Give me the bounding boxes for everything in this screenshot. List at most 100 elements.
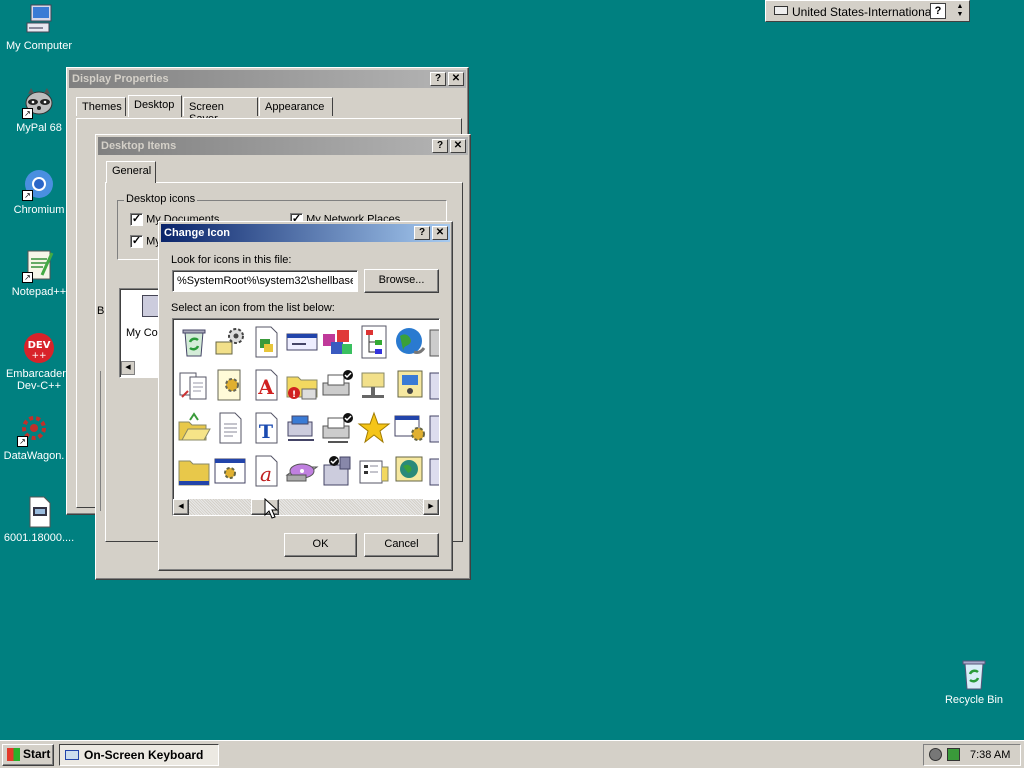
star-icon[interactable] [356, 410, 392, 446]
window-frame-icon[interactable] [428, 453, 439, 489]
options-arrow-icon[interactable]: ▲ ▼ [954, 3, 966, 19]
side-label: B [97, 305, 105, 317]
tab-general[interactable]: General [106, 161, 156, 183]
network-drive-icon[interactable] [356, 367, 392, 403]
svg-text:DEV: DEV [28, 340, 51, 351]
desktop-icon-label: Recycle Bin [944, 694, 1004, 706]
cancel-button[interactable]: Cancel [364, 533, 439, 557]
start-button[interactable]: Start [2, 744, 54, 766]
taskbar: Start On-Screen Keyboard 7:38 AM [0, 740, 1024, 768]
browse-button[interactable]: Browse... [364, 269, 439, 293]
ok-button[interactable]: OK [284, 533, 357, 557]
svg-text:T: T [259, 421, 273, 443]
language-bar: United States-International ? ▲ ▼ [765, 0, 970, 22]
folder-icon[interactable] [176, 453, 212, 489]
clock[interactable]: 7:38 AM [970, 749, 1010, 761]
task-on-screen-keyboard[interactable]: On-Screen Keyboard [59, 744, 219, 766]
desktop-icon-label: DataWagon. [3, 450, 65, 462]
desktop-items-titlebar[interactable]: Desktop Items ? ✕ [98, 137, 468, 155]
notepad-gear-icon[interactable] [212, 367, 248, 403]
server-icon[interactable] [428, 324, 439, 360]
help-button[interactable]: ? [430, 72, 446, 86]
scroll-left-button[interactable]: ◀ [173, 499, 189, 515]
svg-text:a: a [260, 462, 272, 486]
network-computer-icon[interactable] [284, 410, 320, 446]
icon-file-input[interactable] [172, 270, 358, 292]
icon-list[interactable]: A ! T a ◀ ▶ [172, 318, 440, 516]
display-properties-titlebar[interactable]: Display Properties ? ✕ [69, 70, 466, 88]
hierarchy-icon[interactable] [356, 324, 392, 360]
tab-appearance[interactable]: Appearance [259, 97, 333, 116]
side-frame [100, 371, 108, 511]
start-label: Start [23, 747, 51, 761]
task-label: On-Screen Keyboard [84, 748, 204, 762]
desktop-icon-recycle-bin[interactable]: Recycle Bin [934, 657, 1014, 706]
tab-themes[interactable]: Themes [76, 97, 126, 116]
truetype-font-icon[interactable]: T [248, 410, 284, 446]
folder-warning-icon[interactable]: ! [284, 367, 320, 403]
window-frame-icon[interactable] [428, 367, 439, 403]
gear-icon: ↗ [17, 413, 51, 447]
file-label: Look for icons in this file: [171, 254, 292, 266]
font-icon[interactable]: A [248, 367, 284, 403]
desktop-icon-label: Embarcadero Dev-C++ [5, 368, 73, 392]
scroll-right-button[interactable]: ▶ [423, 499, 439, 515]
help-button[interactable]: ? [432, 139, 448, 153]
computer-icon [22, 3, 56, 37]
network-printer-icon[interactable] [320, 410, 356, 446]
components-icon[interactable] [320, 324, 356, 360]
checkbox-box[interactable]: ✓ [130, 235, 143, 248]
horizontal-scrollbar[interactable]: ◀ ▶ [173, 499, 439, 515]
group-label: Desktop icons [124, 193, 198, 205]
notepad-plus-plus-icon: ↗ [22, 249, 56, 283]
shortcut-arrow-icon: ↗ [22, 190, 33, 201]
computer-gear-icon[interactable] [392, 367, 428, 403]
globe-icon[interactable] [392, 324, 428, 360]
monitor-globe-icon[interactable] [392, 453, 428, 489]
help-button[interactable]: ? [414, 226, 430, 240]
keyboard-icon [774, 6, 788, 15]
svg-text:!: ! [292, 390, 296, 400]
list-document-icon[interactable] [356, 453, 392, 489]
security-tray-icon[interactable] [929, 748, 942, 761]
scroll-left-icon[interactable]: ◀ [121, 361, 135, 375]
help-icon[interactable]: ? [930, 3, 946, 19]
language-selector[interactable]: United States-International [792, 5, 934, 19]
documents-sync-icon[interactable] [176, 367, 212, 403]
desktop-icon-my-computer[interactable]: My Computer [0, 3, 79, 52]
printer-check-icon[interactable] [320, 367, 356, 403]
settings-gears-icon[interactable] [212, 324, 248, 360]
checkbox-box[interactable]: ✓ [130, 213, 143, 226]
close-button[interactable]: ✕ [450, 139, 466, 153]
list-label: Select an icon from the list below: [171, 302, 335, 314]
desktop-icon-datawagon[interactable]: ↗ DataWagon. [0, 413, 74, 462]
recycle-bin-icon [957, 657, 991, 691]
close-button[interactable]: ✕ [448, 72, 464, 86]
cd-drive-icon[interactable] [284, 453, 320, 489]
window-frame-icon[interactable] [428, 410, 439, 446]
window-title: Desktop Items [101, 140, 177, 152]
shortcut-arrow-icon: ↗ [22, 272, 33, 283]
folder-open-icon[interactable] [176, 410, 212, 446]
close-button[interactable]: ✕ [432, 226, 448, 240]
change-icon-dialog: Change Icon ? ✕ Look for icons in this f… [158, 221, 453, 571]
application-window-icon[interactable] [212, 453, 248, 489]
text-document-icon[interactable] [212, 410, 248, 446]
tab-desktop[interactable]: Desktop [128, 95, 182, 117]
mouse-cursor-icon [264, 498, 278, 519]
checkbox-my[interactable]: ✓ My [130, 235, 161, 248]
svg-text:++: ++ [31, 351, 46, 361]
devcpp-icon: DEV ++ [22, 331, 56, 365]
window-gear-icon[interactable] [392, 410, 428, 446]
window-link-icon[interactable] [284, 324, 320, 360]
raccoon-icon: ↗ [22, 85, 56, 119]
font-italic-icon[interactable]: a [248, 453, 284, 489]
change-icon-titlebar[interactable]: Change Icon ? ✕ [161, 224, 450, 242]
svg-text:A: A [257, 375, 274, 399]
recycle-bin-icon[interactable] [176, 324, 212, 360]
network-tray-icon[interactable] [947, 748, 960, 761]
document-puzzle-icon[interactable] [248, 324, 284, 360]
disk-check-icon[interactable] [320, 453, 356, 489]
tab-screen-saver[interactable]: Screen Saver [183, 97, 258, 125]
system-tray: 7:38 AM [923, 744, 1021, 766]
